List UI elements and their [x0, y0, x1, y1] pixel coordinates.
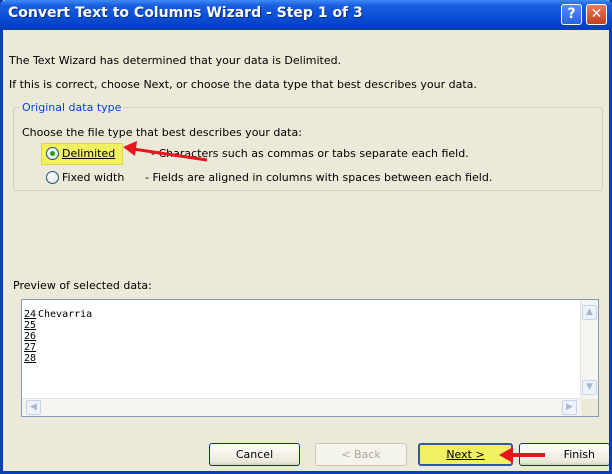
arrow-to-next-icon	[499, 447, 545, 463]
row-number: 26	[24, 331, 37, 342]
fixed-width-radio[interactable]	[46, 171, 59, 184]
delimited-label[interactable]: Delimited	[62, 147, 115, 160]
preview-row: 26	[24, 331, 580, 342]
title-bar[interactable]: Convert Text to Columns Wizard - Step 1 …	[0, 0, 612, 30]
window-title: Convert Text to Columns Wizard - Step 1 …	[8, 5, 363, 21]
row-text: Chevarria	[38, 309, 93, 320]
preview-box[interactable]: 24 Chevarria 25 26 27 28 ▲ ▼ ◀ ▶	[21, 299, 599, 417]
arrow-to-delimited-icon	[123, 141, 208, 162]
fixed-width-label[interactable]: Fixed width	[62, 171, 124, 184]
cancel-button[interactable]: Cancel	[209, 443, 300, 466]
help-icon[interactable]: ?	[561, 4, 582, 25]
back-button[interactable]: < Back	[315, 443, 407, 466]
file-type-prompt: Choose the file type that best describes…	[22, 126, 302, 139]
fixed-width-description: - Fields are aligned in columns with spa…	[145, 171, 493, 184]
group-legend: Original data type	[19, 101, 125, 114]
preview-row: 27	[24, 342, 580, 353]
scroll-right-icon[interactable]: ▶	[562, 400, 577, 415]
scrollbar-corner	[581, 399, 598, 416]
scroll-down-icon[interactable]: ▼	[582, 380, 597, 395]
next-button-label: Next >	[446, 448, 485, 461]
intro-line-1: The Text Wizard has determined that your…	[9, 54, 342, 67]
delimited-radio[interactable]	[46, 147, 59, 160]
scroll-up-icon[interactable]: ▲	[582, 305, 597, 320]
preview-label: Preview of selected data:	[13, 279, 152, 292]
row-number: 25	[24, 320, 37, 331]
horizontal-scrollbar[interactable]: ◀ ▶	[22, 398, 581, 416]
row-number: 24	[24, 309, 37, 320]
vertical-scrollbar[interactable]: ▲ ▼	[580, 300, 598, 399]
preview-row: 28	[24, 353, 580, 364]
intro-line-2: If this is correct, choose Next, or choo…	[9, 78, 477, 91]
wizard-window: Convert Text to Columns Wizard - Step 1 …	[0, 0, 612, 474]
preview-row: 24 Chevarria	[24, 309, 580, 320]
row-number: 27	[24, 342, 37, 353]
row-number: 28	[24, 353, 37, 364]
preview-rows: 24 Chevarria 25 26 27 28	[24, 309, 580, 364]
scroll-left-icon[interactable]: ◀	[26, 400, 41, 415]
preview-row: 25	[24, 320, 580, 331]
close-icon[interactable]: ✕	[586, 4, 607, 25]
radio-selected-dot	[50, 151, 55, 156]
